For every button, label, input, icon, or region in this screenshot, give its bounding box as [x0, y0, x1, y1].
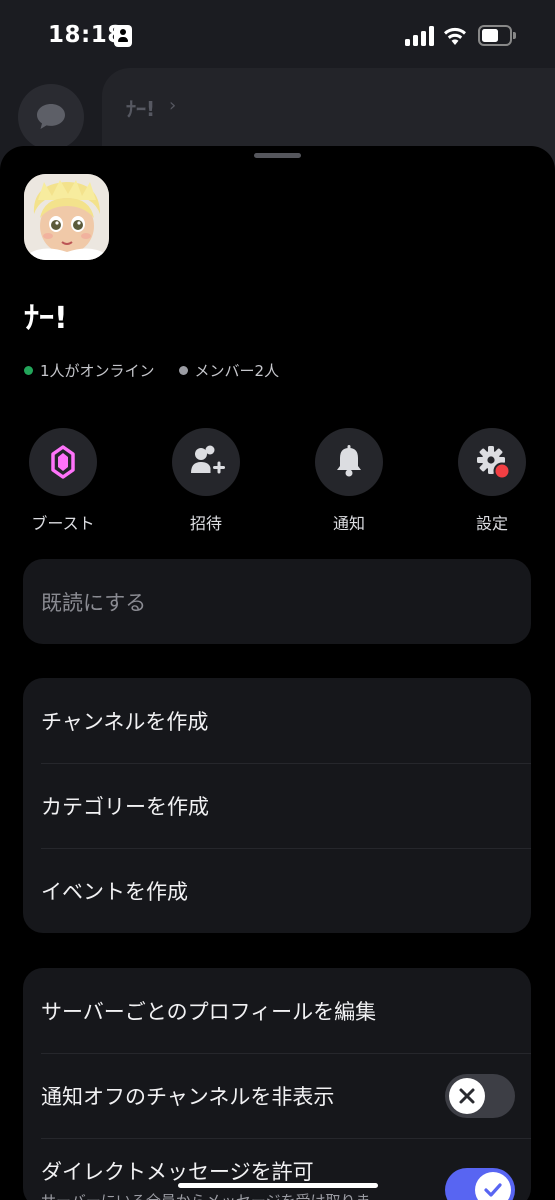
- member-count: メンバー2人: [194, 362, 280, 380]
- contact-card-icon: [114, 25, 132, 47]
- invite-button-circle[interactable]: [172, 428, 240, 496]
- check-icon: [484, 1183, 502, 1197]
- server-icon: [24, 174, 109, 260]
- notifications-button-circle[interactable]: [315, 428, 383, 496]
- server-avatar-image: [24, 174, 109, 260]
- chevron-right-icon: ›: [169, 95, 177, 116]
- boost-button-circle[interactable]: [29, 428, 97, 496]
- settings-button[interactable]: 設定: [442, 428, 542, 534]
- home-indicator: [178, 1183, 378, 1188]
- sheet-grabber[interactable]: [254, 153, 301, 158]
- status-bar: 18:18: [0, 0, 555, 70]
- gear-icon: [477, 446, 511, 480]
- invite-button[interactable]: 招待: [156, 428, 256, 534]
- online-dot: [24, 366, 33, 375]
- invite-label: 招待: [189, 514, 222, 533]
- mark-as-read-button[interactable]: 既読にする: [23, 559, 531, 644]
- allow-dm-description: サーバーにいる全員からメッセージを受け取りま: [41, 1190, 371, 1200]
- battery-icon: [478, 25, 516, 46]
- boost-icon: [51, 445, 75, 479]
- settings-button-circle[interactable]: [458, 428, 526, 496]
- close-icon: [459, 1088, 475, 1104]
- create-event-button[interactable]: イベントを作成: [23, 848, 531, 933]
- bell-icon: [337, 445, 361, 477]
- hide-muted-channels-toggle[interactable]: [445, 1074, 515, 1118]
- hide-muted-channels-row: 通知オフのチャンネルを非表示: [23, 1053, 531, 1138]
- status-time: 18:18: [48, 22, 124, 48]
- toggle-knob: [475, 1172, 511, 1200]
- allow-dm-row: ダイレクトメッセージを許可 サーバーにいる全員からメッセージを受け取りま: [23, 1138, 531, 1200]
- cellular-signal-icon: [405, 26, 435, 46]
- allow-dm-toggle[interactable]: [445, 1168, 515, 1200]
- alert-dot-icon: [495, 464, 509, 478]
- mark-as-read-card: 既読にする: [23, 559, 531, 644]
- online-count: 1人がオンライン: [40, 362, 155, 380]
- messages-button[interactable]: [18, 84, 84, 150]
- server-menu-sheet: ﾅｰ! 1人がオンライン メンバー2人 ブースト 招待 通知 設定 既読にする …: [0, 146, 555, 1200]
- boost-button[interactable]: ブースト: [13, 428, 113, 534]
- notifications-button[interactable]: 通知: [299, 428, 399, 534]
- notifications-label: 通知: [332, 514, 365, 533]
- create-options-card: チャンネルを作成 カテゴリーを作成 イベントを作成: [23, 678, 531, 933]
- toggle-knob: [449, 1078, 485, 1114]
- boost-label: ブースト: [31, 514, 95, 533]
- create-channel-button[interactable]: チャンネルを作成: [23, 678, 531, 763]
- edit-server-profile-button[interactable]: サーバーごとのプロフィールを編集: [23, 968, 531, 1053]
- members-dot: [178, 366, 188, 375]
- settings-label: 設定: [475, 514, 508, 533]
- hide-muted-channels-label: 通知オフのチャンネルを非表示: [41, 1084, 335, 1109]
- create-category-button[interactable]: カテゴリーを作成: [23, 763, 531, 848]
- wifi-icon: [444, 27, 466, 45]
- server-name: ﾅｰ!: [24, 301, 68, 336]
- invite-icon: [191, 445, 225, 474]
- allow-dm-label: ダイレクトメッセージを許可: [41, 1160, 314, 1184]
- chat-bubble-icon: [37, 104, 65, 129]
- member-status: 1人がオンライン メンバー2人: [24, 360, 279, 381]
- background-server-name: ﾅｰ!: [126, 97, 156, 121]
- server-settings-card: サーバーごとのプロフィールを編集 通知オフのチャンネルを非表示 ダイレクトメッセ…: [23, 968, 531, 1200]
